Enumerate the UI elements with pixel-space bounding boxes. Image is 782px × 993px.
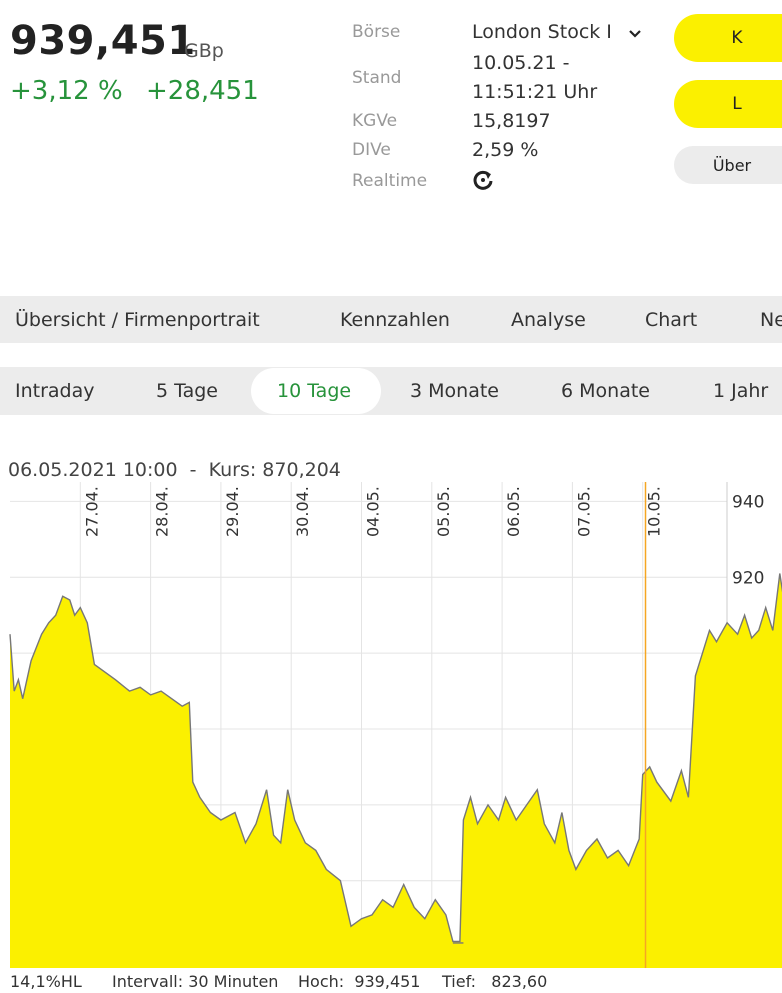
nav-item-kennzahlen[interactable]: Kennzahlen (340, 309, 450, 331)
nav-item-overview[interactable]: Übersicht / Firmenportrait (15, 309, 260, 331)
nav-item-chart[interactable]: Chart (645, 309, 697, 331)
footer-hl: 14,1%HL (10, 972, 82, 991)
x-tick-label: 06.05. (504, 486, 523, 537)
price-chart[interactable]: 82084086088090092094027.04.28.04.29.04.3… (0, 482, 782, 972)
exchange-label: Börse (352, 22, 401, 42)
nav-item-analyse[interactable]: Analyse (511, 309, 586, 331)
tab-10-tage[interactable]: 10 Tage (277, 380, 351, 402)
div-label: DIVe (352, 140, 391, 160)
change-absolute: +28,451 (146, 76, 259, 106)
y-tick-label: 920 (732, 568, 764, 588)
footer-low: Tief: 823,60 (442, 972, 548, 991)
footer-high: Hoch: 939,451 (298, 972, 421, 991)
x-tick-label: 29.04. (223, 486, 242, 537)
tab-5-tage[interactable]: 5 Tage (156, 380, 218, 402)
kgv-value: 15,8197 (472, 110, 551, 132)
currency-label: GBp (184, 40, 224, 62)
chevron-down-icon (628, 23, 642, 45)
price-area (10, 573, 782, 968)
kgv-label: KGVe (352, 111, 398, 131)
x-tick-label: 10.05. (645, 486, 664, 537)
overview-button-label: Über (712, 155, 752, 175)
x-tick-label: 05.05. (434, 486, 453, 537)
change-percent: +3,12 % (10, 76, 123, 106)
stand-time: 11:51:21 Uhr (472, 81, 598, 103)
x-tick-label: 27.04. (82, 486, 101, 537)
timeframe-tabs (0, 367, 782, 415)
footer-interval: Intervall: 30 Minuten (112, 972, 279, 991)
chart-crosshair-info: 06.05.2021 10:00 - Kurs: 870,204 (8, 459, 341, 481)
refresh-icon[interactable] (472, 169, 494, 195)
x-tick-label: 30.04. (293, 486, 312, 537)
tab-6-monate[interactable]: 6 Monate (561, 380, 650, 402)
exchange-value: London Stock I (472, 21, 612, 43)
exchange-select[interactable]: London Stock I (472, 21, 641, 43)
realtime-label: Realtime (352, 171, 428, 191)
x-tick-label: 04.05. (364, 486, 383, 537)
nav-item-news[interactable]: Ne (760, 309, 782, 331)
tab-intraday[interactable]: Intraday (15, 380, 95, 402)
stand-label: Stand (352, 68, 402, 88)
sell-button[interactable]: L (674, 80, 782, 128)
buy-button-label: K (731, 28, 743, 48)
tab-3-monate[interactable]: 3 Monate (410, 380, 499, 402)
x-tick-label: 07.05. (574, 486, 593, 537)
buy-button[interactable]: K (674, 14, 782, 62)
overview-button[interactable]: Über (674, 146, 782, 184)
div-value: 2,59 % (472, 139, 539, 161)
stock-price: 939,451 (10, 18, 196, 64)
sell-button-label: L (732, 94, 742, 114)
stand-date: 10.05.21 - (472, 52, 570, 74)
x-tick-label: 28.04. (153, 486, 172, 537)
tab-1-jahr[interactable]: 1 Jahr (713, 380, 768, 402)
y-tick-label: 940 (732, 492, 764, 512)
